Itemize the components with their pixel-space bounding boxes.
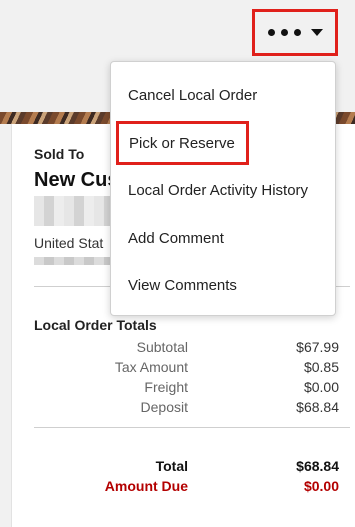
more-actions-button[interactable] [252, 9, 338, 56]
divider [34, 427, 350, 428]
tax-amount-label: Tax Amount [114, 359, 188, 375]
caret-down-icon [310, 29, 323, 36]
customer-name: New Cus [34, 169, 119, 191]
deposit-label: Deposit [140, 399, 188, 415]
menu-item-pick-or-reserve[interactable]: Pick or Reserve [116, 121, 249, 165]
amount-due-label: Amount Due [104, 478, 188, 494]
menu-item-cancel-local-order[interactable]: Cancel Local Order [111, 73, 335, 117]
subtotal-label: Subtotal [136, 339, 188, 355]
menu-item-add-comment[interactable]: Add Comment [111, 216, 335, 260]
total-label: Total [155, 458, 188, 474]
sold-to-label: Sold To [34, 146, 85, 162]
freight-value: $0.00 [303, 379, 339, 395]
menu-item-view-comments[interactable]: View Comments [111, 263, 335, 307]
deposit-value: $68.84 [296, 399, 339, 415]
menu-item-local-order-activity-history[interactable]: Local Order Activity History [111, 168, 335, 212]
amount-due-value: $0.00 [303, 478, 339, 494]
ellipsis-icon [267, 29, 301, 36]
more-actions-menu: Cancel Local Order Pick or Reserve Local… [110, 61, 336, 316]
tax-amount-value: $0.85 [303, 359, 339, 375]
freight-label: Freight [144, 379, 188, 395]
total-value: $68.84 [296, 458, 339, 474]
customer-country: United Stat [34, 235, 104, 251]
totals-title: Local Order Totals [34, 317, 157, 333]
subtotal-value: $67.99 [296, 339, 339, 355]
